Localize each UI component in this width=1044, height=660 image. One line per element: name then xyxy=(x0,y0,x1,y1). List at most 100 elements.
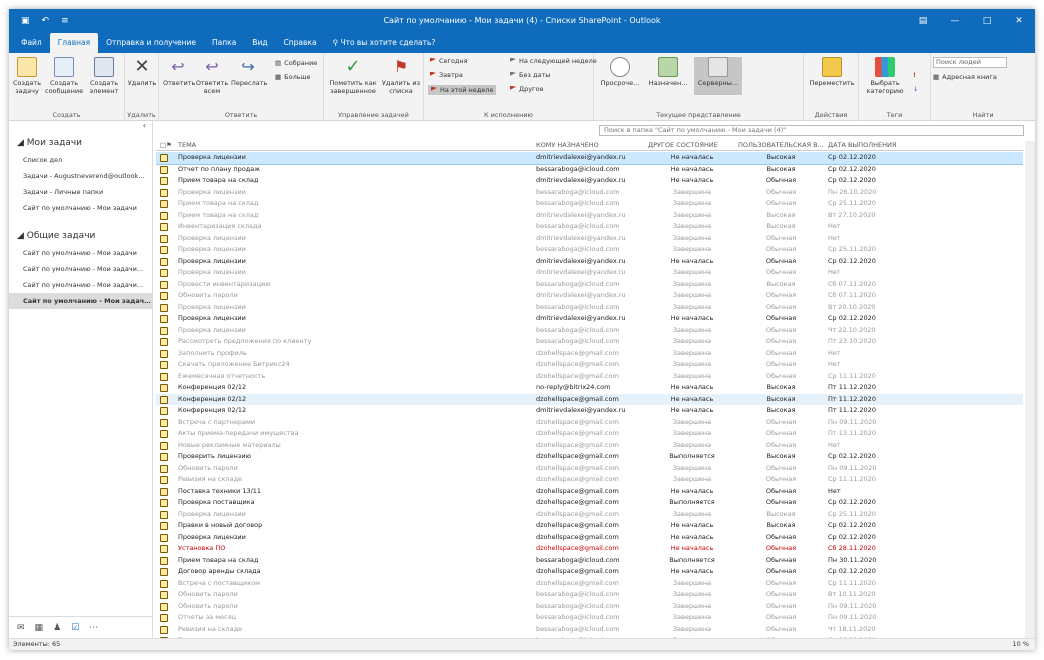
ribbon-display-icon[interactable]: ▤ xyxy=(907,9,939,33)
nav-item-shared-4[interactable]: Сайт по умолчанию - Мои задачи... xyxy=(9,293,152,309)
nav-item-shared-1[interactable]: Сайт по умолчанию - Мои задачи xyxy=(9,245,152,261)
priority-column-header[interactable]: ПОЛЬЗОВАТЕЛЬСКАЯ В... xyxy=(738,141,824,149)
remove-from-list-button[interactable]: ⚑ Удалить из списка xyxy=(380,57,422,95)
table-row[interactable]: Новые рекламные материалы dzohellspace@gm… xyxy=(156,440,1023,452)
task-icon[interactable] xyxy=(160,154,168,162)
flag-today-button[interactable]: Сегодня xyxy=(430,57,468,65)
more-apps-icon[interactable]: ⋯ xyxy=(89,623,98,633)
my-tasks-header[interactable]: ◢ Мои задачи xyxy=(9,135,152,152)
table-row[interactable]: Провести инвентаризацию bessaraboga@iclou… xyxy=(156,279,1023,291)
nav-item-shared-3[interactable]: Сайт по умолчанию - Мои задачи... xyxy=(9,277,152,293)
tab-help[interactable]: Справка xyxy=(276,33,325,53)
table-row[interactable]: Прием товара на склад bessaraboga@icloud.… xyxy=(156,555,1023,567)
task-icon[interactable] xyxy=(160,614,168,622)
high-importance-icon[interactable]: ! xyxy=(913,71,916,79)
table-row[interactable]: Акты приема-передачи имущества dzohellspa… xyxy=(156,428,1023,440)
table-row[interactable]: Прием товара на склад dmitrievdalexei@yan… xyxy=(156,175,1023,187)
task-icon[interactable] xyxy=(160,476,168,484)
task-icon[interactable] xyxy=(160,395,168,404)
flag-this-week-button[interactable]: На этой неделе xyxy=(428,85,497,95)
task-icon[interactable] xyxy=(160,200,168,208)
minimize-icon[interactable]: — xyxy=(939,9,971,33)
task-icon[interactable] xyxy=(160,257,168,266)
low-importance-icon[interactable]: ↓ xyxy=(913,85,918,93)
subject-column-header[interactable]: ТЕМА xyxy=(178,141,196,149)
table-row[interactable]: Проверка лицензии dmitrievdalexei@yandex.… xyxy=(156,267,1023,279)
create-task-button[interactable]: Создать задачу xyxy=(11,57,43,95)
table-row[interactable]: Конференция 02/12 dzohellspace@gmail.com Н… xyxy=(156,393,1023,405)
nav-item-shared-2[interactable]: Сайт по умолчанию - Мои задачи... xyxy=(9,261,152,277)
table-row[interactable]: Проверка поставщика dzohellspace@gmail.co… xyxy=(156,497,1023,509)
create-item-button[interactable]: Создать элемент xyxy=(85,57,123,95)
forward-button[interactable]: ↪ Переслать xyxy=(231,57,267,87)
table-row[interactable]: Заполнить профиль dzohellspace@gmail.com З… xyxy=(156,348,1023,360)
delete-button[interactable]: ✕ Удалить xyxy=(127,57,157,88)
task-icon[interactable] xyxy=(160,625,168,634)
state-column-header[interactable]: ДРУГОЕ СОСТОЯНИЕ xyxy=(648,141,718,149)
mail-icon[interactable]: ✉ xyxy=(17,623,25,633)
table-row[interactable]: Проверка лицензии dmitrievdalexei@yandex.… xyxy=(156,152,1023,165)
undo-icon[interactable]: ↶ xyxy=(42,16,50,26)
tab-folder[interactable]: Папка xyxy=(204,33,244,53)
table-row[interactable]: Ежемесячная отчетность dzohellspace@gmail… xyxy=(156,371,1023,383)
tab-home[interactable]: Главная xyxy=(49,33,99,53)
task-icon[interactable] xyxy=(160,464,168,473)
task-icon[interactable] xyxy=(160,280,168,289)
tab-send-receive[interactable]: Отправка и получение xyxy=(98,33,204,53)
table-row[interactable]: Правки в новый договор dzohellspace@gmail… xyxy=(156,520,1023,532)
task-icon[interactable] xyxy=(160,177,168,185)
task-icon[interactable] xyxy=(160,522,168,530)
table-row[interactable]: Обновить пароли bessaraboga@icloud.com Зав… xyxy=(156,601,1023,613)
table-row[interactable]: Проверка лицензии bessaraboga@icloud.com З… xyxy=(156,302,1023,314)
task-icon[interactable] xyxy=(160,349,168,358)
search-people-input[interactable]: Поиск людей xyxy=(933,57,1007,68)
zoom-level[interactable]: 10 % xyxy=(1012,639,1029,650)
task-icon[interactable] xyxy=(160,545,168,553)
nav-item-default-site[interactable]: Сайт по умолчанию - Мои задачи xyxy=(9,200,152,216)
folder-search-input[interactable]: Поиск в папке "Сайт по умолчанию - Мои з… xyxy=(599,125,1024,136)
table-row[interactable]: Проверка лицензии bessaraboga@icloud.com З… xyxy=(156,187,1023,199)
task-icon[interactable] xyxy=(160,361,168,369)
table-row[interactable]: Проверка лицензии bessaraboga@icloud.com З… xyxy=(156,325,1023,337)
table-row[interactable]: Проверка лицензии dmitrievdalexei@yandex.… xyxy=(156,313,1023,325)
table-row[interactable]: Проверка лицензии dzohellspace@gmail.com Н… xyxy=(156,532,1023,544)
table-row[interactable]: Обновить пароли dzohellspace@gmail.com Зав… xyxy=(156,463,1023,475)
due-column-header[interactable]: ДАТА ВЫПОЛНЕНИЯ xyxy=(828,141,896,149)
task-icon[interactable] xyxy=(160,246,168,254)
save-icon[interactable]: ▣ xyxy=(21,16,30,26)
flag-tomorrow-button[interactable]: Завтра xyxy=(430,71,463,79)
table-row[interactable]: Ревизия на складе dzohellspace@gmail.com З… xyxy=(156,474,1023,486)
address-book-button[interactable]: ▦ Адресная книга xyxy=(933,73,997,81)
task-icon[interactable] xyxy=(160,579,168,588)
task-icon[interactable] xyxy=(160,568,168,576)
people-icon[interactable]: ♟ xyxy=(53,623,61,633)
meeting-button[interactable]: ▤ Собрание xyxy=(275,59,317,67)
task-icon[interactable] xyxy=(160,338,168,346)
table-row[interactable]: Проверка лицензии dmitrievdalexei@yandex.… xyxy=(156,233,1023,245)
table-row[interactable]: Договор аренды склада dzohellspace@gmail.… xyxy=(156,566,1023,578)
table-row[interactable]: Конференция 02/12 dmitrievdalexei@yandex.… xyxy=(156,405,1023,417)
collapse-pane-icon[interactable]: ‹ xyxy=(9,121,152,135)
task-icon[interactable] xyxy=(160,372,168,381)
flag-no-date-button[interactable]: Без даты xyxy=(510,71,550,79)
close-icon[interactable]: ✕ xyxy=(1003,9,1035,33)
task-icon[interactable] xyxy=(160,326,168,335)
shared-tasks-header[interactable]: ◢ Общие задачи xyxy=(9,228,152,245)
categorize-button[interactable]: Выбрать категорию xyxy=(863,57,907,95)
table-row[interactable]: Установка ПО dzohellspace@gmail.com Не нач… xyxy=(156,543,1023,555)
task-icon[interactable] xyxy=(160,499,168,507)
customize-icon[interactable]: ≡ xyxy=(61,16,69,26)
reply-button[interactable]: ↩ Ответить xyxy=(163,57,195,87)
task-icon[interactable] xyxy=(160,315,168,323)
task-icon[interactable] xyxy=(160,269,168,277)
table-row[interactable]: Проверить лицензию dzohellspace@gmail.com… xyxy=(156,451,1023,463)
task-icon[interactable] xyxy=(160,303,168,312)
table-row[interactable]: Отчет по плану продаж bessaraboga@icloud.… xyxy=(156,164,1023,176)
table-row[interactable]: Рассмотреть предложения по клиенту bessar… xyxy=(156,336,1023,348)
vertical-scrollbar[interactable] xyxy=(1025,141,1035,638)
task-icon[interactable] xyxy=(160,292,168,300)
create-message-button[interactable]: Создать сообщение xyxy=(45,57,83,95)
table-row[interactable]: Прием товара на склад bessaraboga@icloud.… xyxy=(156,198,1023,210)
view-overdue-button[interactable]: Просроче... xyxy=(600,57,640,87)
table-row[interactable]: Инвентаризация склада bessaraboga@icloud.… xyxy=(156,221,1023,233)
